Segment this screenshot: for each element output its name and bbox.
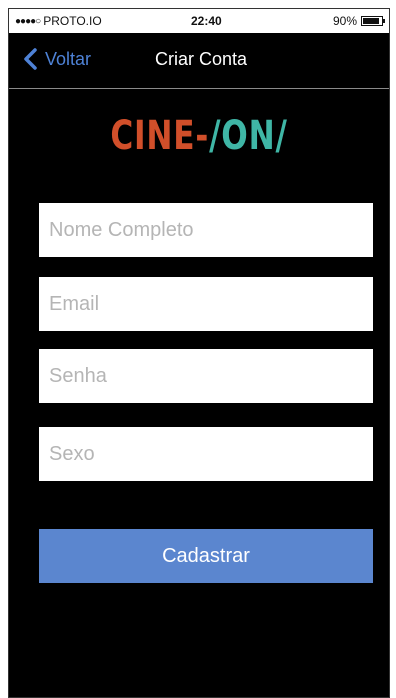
register-button[interactable]: Cadastrar [39, 529, 373, 583]
status-bar: ●●●●○ PROTO.IO 22:40 90% [9, 9, 389, 33]
phone-screen: ●●●●○ PROTO.IO 22:40 90% Voltar Criar Co… [8, 8, 390, 698]
app-logo: CINE-/ON/ [51, 113, 347, 159]
back-label: Voltar [45, 48, 92, 69]
signal-carrier: ●●●●○ PROTO.IO [15, 14, 102, 28]
battery-icon [361, 16, 385, 26]
email-input[interactable] [39, 277, 373, 331]
status-time: 22:40 [191, 14, 222, 28]
page-title: Criar Conta [155, 49, 248, 69]
battery-fill [363, 18, 380, 24]
navigation-bar: Voltar Criar Conta [9, 33, 389, 89]
full-name-input[interactable] [39, 203, 373, 257]
carrier-name: PROTO.IO [43, 14, 102, 28]
chevron-left-icon [24, 48, 37, 70]
logo-cine-text: CINE- [110, 113, 210, 159]
logo-on-text: /ON/ [209, 113, 288, 159]
battery-status: 90% [332, 14, 385, 28]
back-button[interactable]: Voltar [21, 47, 91, 71]
signal-strength-icon: ●●●●○ [15, 15, 41, 27]
password-input[interactable] [39, 349, 373, 403]
sex-input[interactable] [39, 427, 373, 481]
battery-percent: 90% [332, 14, 357, 28]
